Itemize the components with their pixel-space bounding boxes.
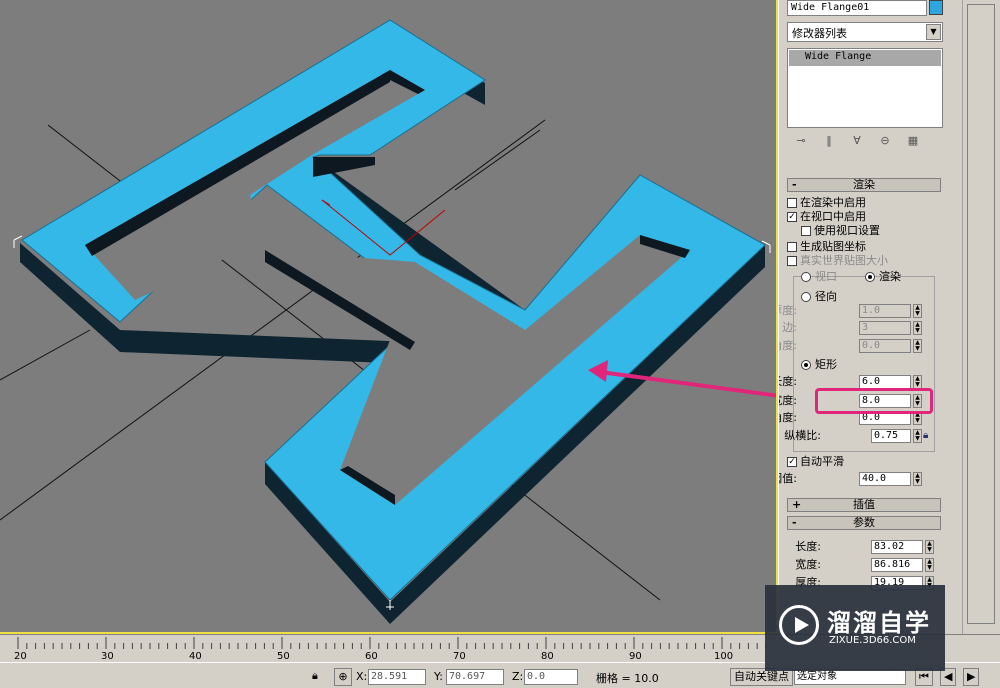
radial-radio[interactable]: [801, 292, 811, 302]
enable-in-viewport-row[interactable]: ✓ 在视口中启用: [787, 210, 866, 224]
renderer-radio-row[interactable]: 渲染: [865, 270, 901, 284]
auto-smooth-checkbox[interactable]: ✓: [787, 457, 797, 467]
viewport-radio[interactable]: [801, 272, 811, 282]
stack-toolbar: ⊸ ‖ ∀ ⊖ ▦: [787, 134, 943, 152]
lock-selection-icon[interactable]: 🔒︎: [312, 669, 318, 683]
gen-mapping-row[interactable]: 生成贴图坐标: [787, 240, 866, 254]
rectangular-radio[interactable]: [801, 360, 811, 370]
interpolation-rollout-header[interactable]: + 插值: [787, 498, 941, 512]
pin-stack-icon[interactable]: ⊸: [787, 134, 815, 147]
real-world-map-checkbox[interactable]: [787, 256, 797, 266]
x-coordinate-field[interactable]: 28.591: [368, 669, 426, 685]
x-label: X:: [356, 670, 368, 683]
tick-label: 40: [189, 651, 202, 662]
viewport-radio-row[interactable]: 视口: [801, 270, 837, 284]
lock-icon[interactable]: 🔒︎: [923, 430, 928, 441]
auto-smooth-row[interactable]: ✓ 自动平滑: [787, 455, 844, 469]
perspective-viewport[interactable]: [0, 0, 778, 634]
modifier-stack[interactable]: Wide Flange: [787, 48, 943, 128]
modifier-list-label: 修改器列表: [792, 27, 847, 40]
command-panel-scrollbar[interactable]: [962, 0, 1000, 634]
rendering-rollout-header[interactable]: - 渲染: [787, 178, 941, 192]
tick-label: 30: [101, 651, 114, 662]
enable-in-viewport-checkbox[interactable]: ✓: [787, 212, 797, 222]
z-coordinate-field[interactable]: 0.0: [524, 669, 578, 685]
z-label: Z:: [512, 670, 524, 683]
y-label: Y:: [434, 670, 443, 683]
gen-mapping-checkbox[interactable]: [787, 242, 797, 252]
watermark-logo: 溜溜自学 ZIXUE.3D66.COM: [765, 585, 945, 671]
viewport-scene: [0, 19, 776, 624]
make-unique-icon[interactable]: ∀: [843, 134, 871, 147]
tick-label: 80: [541, 651, 554, 662]
tick-label: 50: [277, 651, 290, 662]
parameters-rollout-header[interactable]: - 参数: [787, 516, 941, 530]
stack-item[interactable]: Wide Flange: [789, 50, 941, 66]
play-logo-icon: [779, 605, 819, 645]
command-panel: Wide Flange01 修改器列表 ▼ Wide Flange ⊸ ‖ ∀ ⊖ ▦ …: [778, 0, 1000, 634]
watermark-url: ZIXUE.3D66.COM: [829, 635, 916, 646]
renderer-radio[interactable]: [865, 272, 875, 282]
grid-spacing: 栅格 = 10.0: [596, 672, 659, 685]
enable-in-renderer-row[interactable]: 在渲染中启用: [787, 196, 866, 210]
configure-sets-icon[interactable]: ▦: [899, 134, 927, 147]
object-name-field[interactable]: Wide Flange01: [787, 0, 927, 16]
enable-in-renderer-checkbox[interactable]: [787, 198, 797, 208]
width-highlight-box: [815, 388, 933, 414]
tick-label: 90: [629, 651, 642, 662]
watermark-title: 溜溜自学: [827, 609, 931, 637]
real-world-map-row[interactable]: 真实世界贴图大小: [787, 254, 888, 268]
tick-label: 20: [14, 651, 27, 662]
chevron-down-icon[interactable]: ▼: [926, 24, 941, 40]
absolute-mode-icon[interactable]: ⊕: [334, 668, 352, 686]
tick-label: 60: [365, 651, 378, 662]
tick-label: 70: [453, 651, 466, 662]
show-end-result-icon[interactable]: ‖: [815, 134, 843, 147]
radial-radio-row[interactable]: 径向: [801, 290, 837, 304]
use-viewport-settings-checkbox[interactable]: [801, 226, 811, 236]
object-color-swatch[interactable]: [929, 0, 943, 15]
y-coordinate-field[interactable]: 70.697: [446, 669, 504, 685]
use-viewport-settings-row[interactable]: 使用视口设置: [801, 224, 880, 238]
remove-modifier-icon[interactable]: ⊖: [871, 134, 899, 147]
play-icon[interactable]: ▶: [963, 668, 980, 686]
key-filter-dropdown[interactable]: 选定对象: [794, 669, 906, 685]
tick-label: 100: [714, 651, 734, 662]
rectangular-radio-row[interactable]: 矩形: [801, 358, 837, 372]
modifier-list-dropdown[interactable]: 修改器列表 ▼: [787, 22, 943, 42]
